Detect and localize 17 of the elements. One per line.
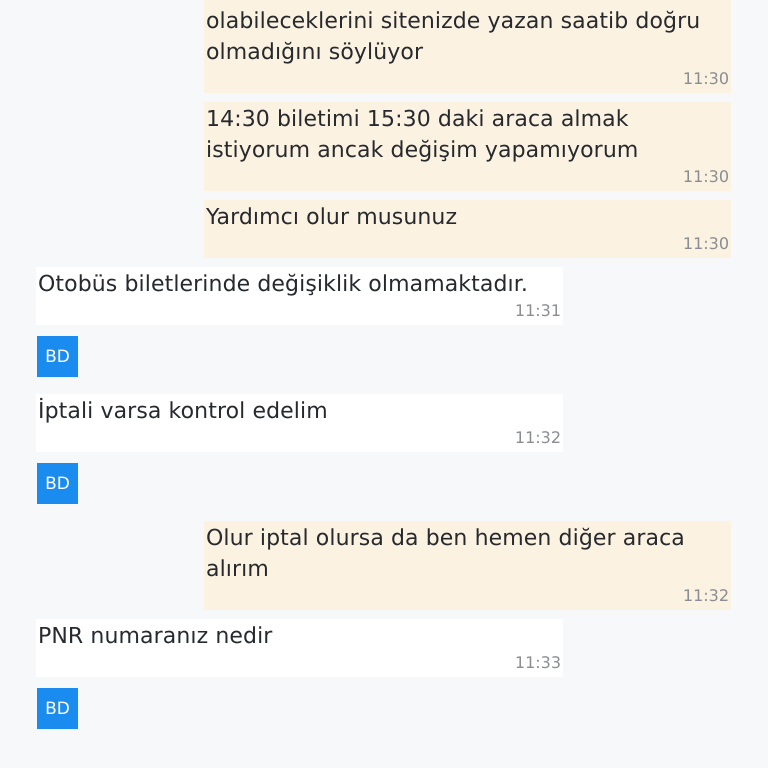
message-time: 11:31 <box>514 300 561 322</box>
avatar: BD <box>37 688 78 729</box>
message-time: 11:33 <box>514 652 561 674</box>
message-text: Yardımcı olur musunuz <box>206 204 458 232</box>
message-text: Otobüs biletlerinde değişiklik olmamaktadır. <box>38 271 529 299</box>
message-time: 11:30 <box>682 233 729 255</box>
avatar: BD <box>37 336 78 377</box>
message-time: 11:30 <box>682 68 729 90</box>
avatar: BD <box>37 463 78 504</box>
message-time: 11:32 <box>514 427 561 449</box>
message-text: Olur iptal olursa da ben hemen diğer araca alırım <box>206 525 686 584</box>
message-time: 11:32 <box>682 585 729 607</box>
message-text: olabileceklerini sitenizde yazan saatib doğru olmadığını söylüyor <box>206 8 702 67</box>
message-time: 11:30 <box>682 166 729 188</box>
message-text: İptali varsa kontrol edelim <box>38 396 329 426</box>
message-text: 14:30 biletimi 15:30 daki araca almak istiyorum ancak değişim yapamıyorum <box>206 106 640 165</box>
message-text: PNR numaranız nedir <box>38 623 274 651</box>
